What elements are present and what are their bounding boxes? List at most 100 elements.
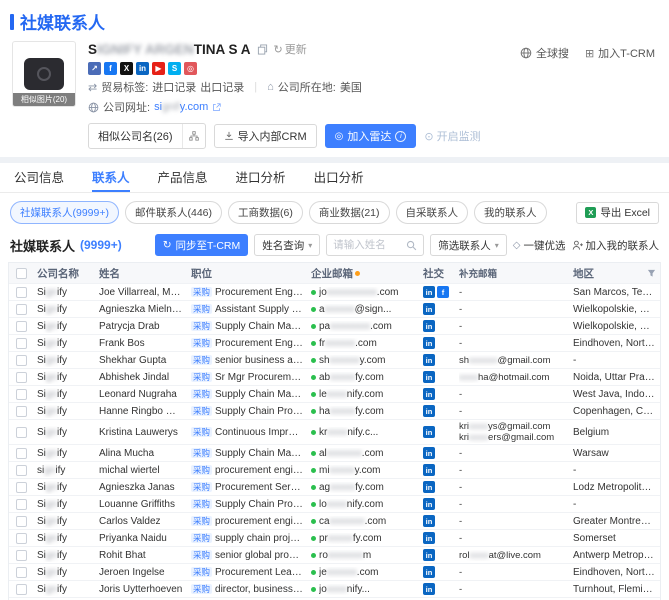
row-checkbox[interactable]	[15, 286, 27, 298]
table-row[interactable]: Signify Priyanka Naidu 采购 supply chain proj…	[9, 530, 660, 547]
table-row[interactable]: Signify Abhishek Jindal 采购 Sr Mgr Procureme…	[9, 369, 660, 386]
table-row[interactable]: Signify Joris Uytterhoeven 采购 director, bus…	[9, 581, 660, 598]
table-row[interactable]: Signify Patrycja Drab 采购 Supply Chain Manag…	[9, 318, 660, 335]
select-all-checkbox[interactable]	[15, 267, 27, 279]
linkedin-icon[interactable]: in	[136, 62, 149, 75]
row-checkbox[interactable]	[15, 405, 27, 417]
email-text: roxxxxxxxm	[319, 550, 371, 561]
filter-chip[interactable]: 工商数据(6)	[228, 201, 303, 224]
linkedin-icon[interactable]: in	[423, 464, 435, 476]
linkedin-icon[interactable]: in	[423, 426, 435, 438]
filter-chip[interactable]: 邮件联系人(446)	[124, 201, 222, 224]
start-monitor-button[interactable]: ⊙ 开启监测	[424, 128, 480, 144]
linkedin-icon[interactable]: in	[423, 532, 435, 544]
table-row[interactable]: Signify Alina Mucha 采购 Supply Chain Manager…	[9, 445, 660, 462]
facebook-icon[interactable]: f	[104, 62, 117, 75]
row-checkbox[interactable]	[15, 320, 27, 332]
company-website-link[interactable]: signify.com	[154, 101, 208, 113]
search-icon[interactable]	[406, 240, 417, 251]
tab[interactable]: 进口分析	[236, 163, 286, 192]
name-search-input[interactable]	[333, 239, 404, 251]
row-checkbox[interactable]	[15, 337, 27, 349]
filter-chip[interactable]: 商业数据(21)	[308, 201, 390, 224]
tab[interactable]: 产品信息	[158, 163, 208, 192]
row-checkbox[interactable]	[15, 371, 27, 383]
sync-tcrm-button[interactable]: ↻ 同步至T-CRM	[154, 234, 249, 256]
linkedin-icon[interactable]: in	[423, 498, 435, 510]
row-checkbox[interactable]	[15, 515, 27, 527]
row-checkbox[interactable]	[15, 583, 27, 595]
linkedin-icon[interactable]: in	[423, 566, 435, 578]
linkedin-icon[interactable]: in	[423, 371, 435, 383]
table-row[interactable]: Signify Leonard Nugraha 采购 Supply Chain Man…	[9, 386, 660, 403]
instagram-icon[interactable]: ◎	[184, 62, 197, 75]
linkedin-icon[interactable]: in	[423, 286, 435, 298]
table-row[interactable]: Signify Rohit Bhat 采购senior global procure…	[9, 547, 660, 564]
table-row[interactable]: Signify Louanne Griffiths 采购 Supply Chain P…	[9, 496, 660, 513]
global-search-button[interactable]: 全球搜	[520, 45, 569, 61]
filter-chip[interactable]: 我的联系人	[474, 201, 547, 224]
table-row[interactable]: Signify Carlos Valdez 采购 procurement engine…	[9, 513, 660, 530]
tab[interactable]: 出口分析	[314, 163, 364, 192]
table-row[interactable]: Signify Kristina Lauwerys 采购 Continuous Imp…	[9, 420, 660, 445]
row-checkbox[interactable]	[15, 549, 27, 561]
export-records-link[interactable]: 出口记录	[200, 79, 244, 95]
row-checkbox[interactable]	[15, 354, 27, 366]
filter-chip[interactable]: 社媒联系人(9999+)	[10, 201, 119, 224]
linkedin-icon[interactable]: in	[423, 303, 435, 315]
name-query-select[interactable]: 姓名查询 ▾	[254, 234, 321, 256]
company-image[interactable]: 相似图片(20)	[12, 41, 76, 107]
table-row[interactable]: Signify Shekhar Gupta 采购 senior business an…	[9, 352, 660, 369]
filter-contacts-dropdown[interactable]: 筛选联系人 ▾	[430, 234, 507, 256]
external-link-icon[interactable]	[212, 102, 221, 112]
copy-icon[interactable]	[257, 43, 268, 55]
table-row[interactable]: Signify Frank Bos 采购 Procurement Engineer fr…	[9, 335, 660, 352]
row-checkbox[interactable]	[15, 388, 27, 400]
youtube-icon[interactable]: ▶	[152, 62, 165, 75]
x-icon[interactable]: X	[120, 62, 133, 75]
similar-company-control[interactable]: 相似公司名(26)	[88, 123, 206, 149]
table-row[interactable]: signify michal wiertel 采购 procurement engin…	[9, 462, 660, 479]
org-chart-icon[interactable]	[181, 124, 205, 148]
table-row[interactable]: Signify Joe Villarreal, MBA 采购 Procurement …	[9, 284, 660, 301]
row-checkbox[interactable]	[15, 464, 27, 476]
linkedin-icon[interactable]: in	[423, 320, 435, 332]
add-my-contacts-button[interactable]: 加入我的联系人	[572, 238, 659, 253]
similar-images-label[interactable]: 相似图片(20)	[13, 93, 75, 106]
row-checkbox[interactable]	[15, 447, 27, 459]
table-row[interactable]: Signify Agnieszka Janas 采购 Procurement Serv…	[9, 479, 660, 496]
linkedin-icon[interactable]: in	[423, 337, 435, 349]
share-icon[interactable]: ↗	[88, 62, 101, 75]
linkedin-icon[interactable]: in	[423, 549, 435, 561]
filter-chip[interactable]: 自采联系人	[395, 201, 469, 224]
row-checkbox[interactable]	[15, 426, 27, 438]
import-crm-button[interactable]: 导入内部CRM	[213, 124, 317, 148]
row-checkbox[interactable]	[15, 303, 27, 315]
linkedin-icon[interactable]: in	[423, 583, 435, 595]
table-row[interactable]: Signify Agnieszka Mielniczuk 采购 Assistant S…	[9, 301, 660, 318]
join-radar-button[interactable]: ◎ 加入雷达 i	[324, 124, 417, 148]
linkedin-icon[interactable]: in	[423, 354, 435, 366]
table-row[interactable]: Signify Hanne Ringbo Maur... 采购 Supply Chai…	[9, 403, 660, 420]
row-checkbox[interactable]	[15, 532, 27, 544]
facebook-icon[interactable]: f	[437, 286, 449, 298]
one-click-select-button[interactable]: ◇ 一键优选	[513, 238, 566, 253]
linkedin-icon[interactable]: in	[423, 405, 435, 417]
linkedin-icon[interactable]: in	[423, 388, 435, 400]
skype-icon[interactable]: S	[168, 62, 181, 75]
row-checkbox[interactable]	[15, 566, 27, 578]
filter-funnel-icon[interactable]	[647, 269, 656, 278]
table-row[interactable]: Signify Jeroen Ingelse 采购 Procurement Leade…	[9, 564, 660, 581]
row-checkbox[interactable]	[15, 481, 27, 493]
tab[interactable]: 联系人	[92, 163, 130, 192]
refresh-button[interactable]: ↻ 更新	[274, 41, 307, 57]
tab[interactable]: 公司信息	[14, 163, 64, 192]
linkedin-icon[interactable]: in	[423, 515, 435, 527]
import-records-link[interactable]: 进口记录	[152, 79, 196, 95]
linkedin-icon[interactable]: in	[423, 447, 435, 459]
join-tcrm-button[interactable]: ⊞ 加入T-CRM	[585, 45, 655, 61]
export-excel-button[interactable]: X 导出 Excel	[576, 201, 659, 224]
linkedin-icon[interactable]: in	[423, 481, 435, 493]
similar-company-label[interactable]: 相似公司名(26)	[89, 124, 182, 148]
row-checkbox[interactable]	[15, 498, 27, 510]
